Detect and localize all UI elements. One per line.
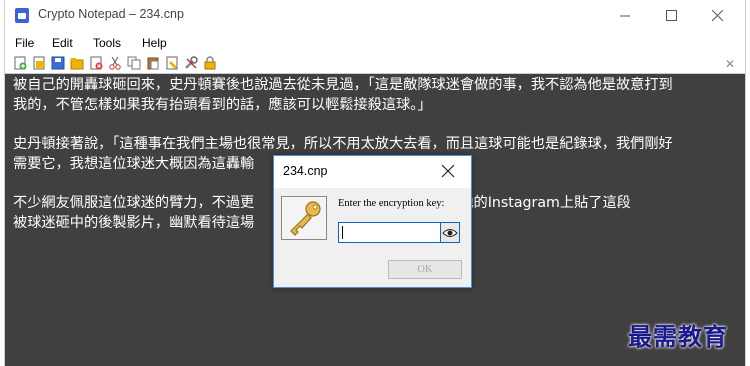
- save-as-icon[interactable]: [70, 56, 84, 70]
- text-line: 我的，不管怎樣如果我有抬頭看到的話，應該可以輕鬆接殺這球。」: [13, 96, 432, 113]
- paste-icon[interactable]: [146, 56, 160, 70]
- toolbar: ✕: [5, 53, 745, 73]
- dialog-title-bar[interactable]: 234.cnp: [274, 156, 471, 188]
- encryption-key-dialog: 234.cnp Enter the encryption key: OK: [273, 155, 472, 288]
- window-title: Crypto Notepad – 234.cnp: [38, 7, 184, 21]
- menu-file[interactable]: File: [15, 36, 34, 50]
- eye-icon: [442, 228, 458, 237]
- minimize-button[interactable]: [602, 0, 648, 31]
- watermark-text: 最需教育: [628, 322, 728, 351]
- show-key-button[interactable]: [440, 222, 460, 243]
- save-icon[interactable]: [51, 56, 65, 70]
- app-icon: [15, 8, 29, 23]
- open-file-icon[interactable]: [32, 56, 46, 70]
- close-icon: [441, 164, 455, 178]
- dialog-title: 234.cnp: [283, 164, 328, 178]
- menu-help[interactable]: Help: [142, 36, 167, 50]
- pin-icon[interactable]: [165, 56, 179, 70]
- key-image: [281, 196, 327, 240]
- menu-bar: File Edit Tools Help: [5, 33, 745, 53]
- lock-icon[interactable]: [203, 56, 217, 70]
- key-icon: [290, 201, 321, 236]
- minimize-icon: [620, 15, 630, 16]
- close-button[interactable]: [694, 0, 740, 31]
- maximize-button[interactable]: [648, 0, 694, 31]
- cut-icon[interactable]: [108, 56, 122, 70]
- maximize-icon: [665, 10, 677, 21]
- text-line: 被自己的開轟球砸回來，史丹頓賽後也說過去從未見過，「這是敵隊球迷會做的事，我不認…: [13, 77, 673, 93]
- ok-button[interactable]: OK: [388, 260, 462, 279]
- text-line: 史丹頓接著說，「這種事在我們主場也很常見，所以不用太放大去看，而且這球可能也是紀…: [13, 136, 673, 152]
- text-fragment: 不少網友佩服這位球迷的臂力，不過更: [13, 195, 255, 211]
- title-bar[interactable]: Crypto Notepad – 234.cnp: [5, 0, 745, 31]
- new-file-icon[interactable]: [13, 56, 27, 70]
- encryption-key-label: Enter the encryption key:: [338, 198, 445, 209]
- menu-tools[interactable]: Tools: [93, 36, 121, 50]
- tools-icon[interactable]: [184, 56, 198, 70]
- menu-edit[interactable]: Edit: [52, 36, 73, 50]
- paragraph-1: 被自己的開轟球砸回來，史丹頓賽後也說過去從未見過，「這是敵隊球迷會做的事，我不認…: [13, 76, 739, 115]
- copy-icon[interactable]: [127, 56, 141, 70]
- toolbar-close-icon[interactable]: ✕: [725, 57, 735, 71]
- text-caret: [342, 226, 343, 239]
- close-icon: [711, 10, 723, 21]
- encryption-key-input[interactable]: [338, 222, 441, 243]
- dialog-close-button[interactable]: [441, 159, 455, 182]
- delete-icon[interactable]: [89, 56, 103, 70]
